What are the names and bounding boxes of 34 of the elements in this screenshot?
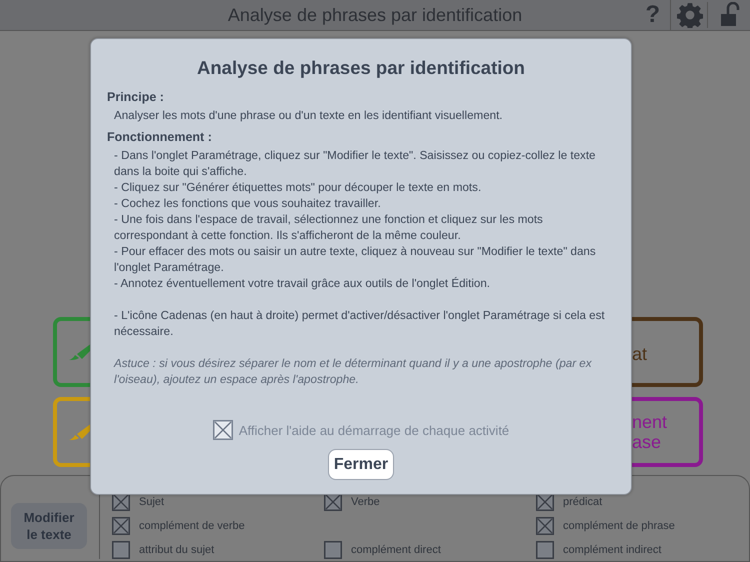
function-label: complément de phrase — [563, 520, 675, 532]
card-label: nent ase — [632, 412, 668, 452]
help-button[interactable]: ? — [635, 0, 671, 30]
function-label: Sujet — [139, 496, 164, 508]
help-paragraph: - Annotez éventuellement votre travail grâce aux outils de l'onglet Édition. — [114, 276, 492, 292]
checkbox[interactable] — [536, 540, 554, 558]
section-heading: Principe : — [107, 90, 165, 104]
app-title: Analyse de phrases par identification — [228, 4, 522, 26]
close-button[interactable]: Fermer — [328, 449, 394, 480]
function-label: complément de verbe — [139, 520, 245, 532]
settings-icon[interactable] — [677, 2, 708, 28]
checkbox[interactable] — [112, 540, 130, 558]
help-paragraph: - Une fois dans l'espace de travail, sélectionnez une fonction et cliquez sur les mots correspondant à cette fonction. Ils s'afficheront de la même couleur. — [114, 212, 544, 244]
checkbox[interactable] — [112, 516, 130, 534]
checkbox-label: Afficher l'aide au démarrage de chaque activité — [238, 422, 510, 438]
function-label: Verbe — [351, 496, 380, 508]
tip-paragraph: Astuce : si vous désirez séparer le nom et le déterminant quand il y a une apostrophe (par ex l'oiseau), ajoutez un espace après l'apostrophe. — [114, 356, 593, 388]
checkbox[interactable] — [324, 540, 342, 558]
help-paragraph: - Pour effacer des mots ou saisir un autre texte, cliquez à nouveau sur "Modifier le texte" dans l'onglet Paramétrage. — [114, 244, 597, 276]
help-paragraph: Analyser les mots d'une phrase ou d'un texte en les identifiant visuellement. — [114, 108, 504, 124]
help-paragraph: - L'icône Cadenas (en haut à droite) permet d'activer/désactiver l'onglet Paramétrage si cela est nécessaire. — [114, 308, 606, 340]
section-heading: Fonctionnement : — [107, 130, 213, 144]
modify-text-button[interactable]: Modifier le texte — [11, 502, 87, 548]
card-label: at — [632, 344, 648, 364]
help-paragraph: - Cliquez sur "Générer étiquettes mots" pour découper le texte en mots. — [114, 180, 482, 196]
help-paragraph: - Dans l'onglet Paramétrage, cliquez sur "Modifier le texte". Saisissez ou copiez-collez le texte dans la boite qui s'affiche. — [114, 148, 596, 180]
function-label: prédicat — [563, 496, 602, 508]
dialog-title: Analyse de phrases par identification — [196, 57, 526, 79]
checkbox[interactable] — [536, 516, 554, 534]
function-label: complément indirect — [563, 544, 662, 556]
help-paragraph: - Cochez les fonctions que vous souhaitez travailler. — [114, 196, 382, 212]
function-label: complément direct — [351, 544, 441, 556]
checkbox[interactable] — [212, 420, 233, 440]
function-label: attribut du sujet — [139, 544, 214, 556]
